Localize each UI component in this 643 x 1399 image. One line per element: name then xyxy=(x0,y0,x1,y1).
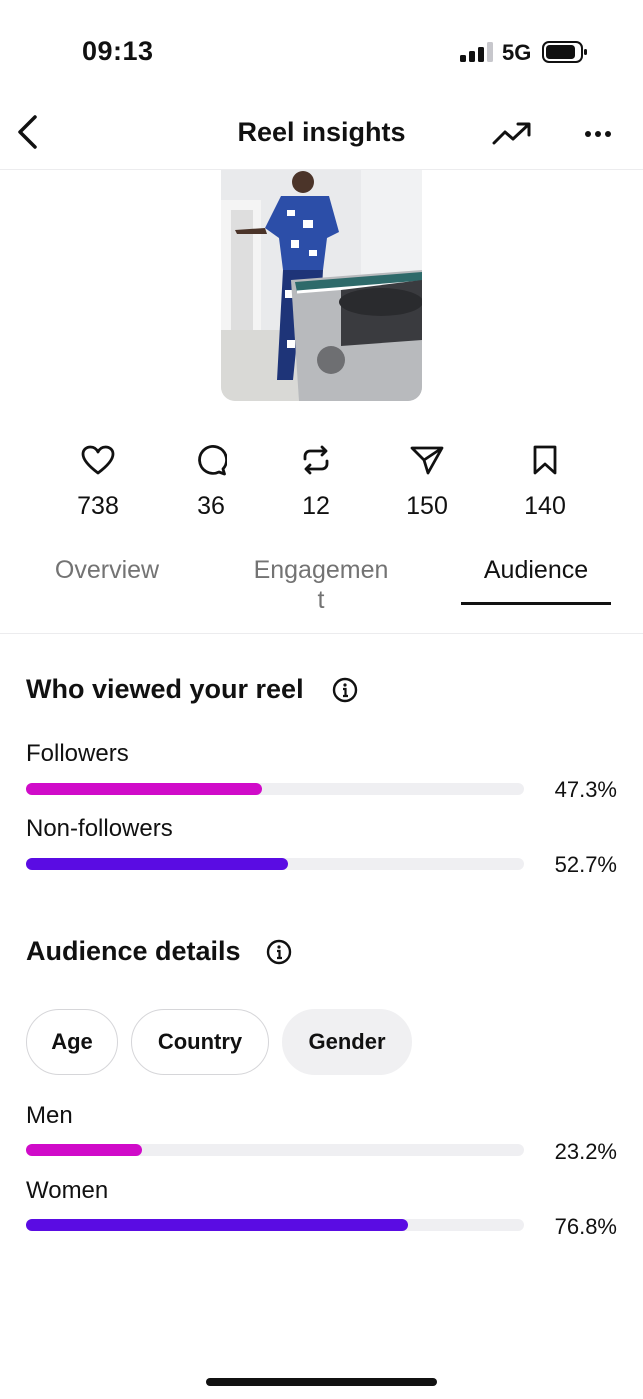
followers-bar xyxy=(26,783,524,795)
network-label: 5G xyxy=(502,40,532,65)
audience-section-title: Audience details xyxy=(26,936,241,966)
reel-thumbnail[interactable] xyxy=(221,170,422,401)
signal-icon xyxy=(460,42,494,62)
chip-country[interactable]: Country xyxy=(131,1009,269,1075)
more-horizontal-icon xyxy=(585,131,611,137)
reposts-metric: 12 xyxy=(266,442,366,521)
reposts-count: 12 xyxy=(302,492,330,520)
reel-insights-screen: 09:13 5G Reel insights 738 36 12 150 140… xyxy=(0,0,643,1399)
trending-up-icon xyxy=(492,122,531,145)
tab-engagement[interactable]: Engagemen t xyxy=(236,555,406,615)
saves-metric: 140 xyxy=(495,442,595,521)
info-icon[interactable] xyxy=(266,939,292,965)
comments-count: 36 xyxy=(197,492,225,520)
likes-count: 738 xyxy=(77,492,119,520)
tab-engagement-label-wrap: t xyxy=(317,586,325,614)
info-icon[interactable] xyxy=(332,677,358,703)
active-tab-indicator xyxy=(461,602,611,605)
repost-icon xyxy=(266,442,366,478)
status-time: 09:13 xyxy=(82,36,154,66)
shares-metric: 150 xyxy=(377,442,477,521)
men-bar-fill xyxy=(26,1144,142,1156)
tabs-divider xyxy=(0,633,643,634)
women-label: Women xyxy=(26,1177,109,1204)
non-followers-bar xyxy=(26,858,524,870)
comments-metric: 36 xyxy=(161,442,261,521)
chip-age[interactable]: Age xyxy=(26,1009,118,1075)
tab-engagement-label: Engagemen xyxy=(253,556,389,584)
home-indicator[interactable] xyxy=(206,1378,437,1386)
followers-label: Followers xyxy=(26,740,129,767)
non-followers-label: Non-followers xyxy=(26,815,173,842)
tab-audience[interactable]: Audience xyxy=(451,555,621,585)
chip-gender[interactable]: Gender xyxy=(282,1009,412,1075)
more-options-button[interactable] xyxy=(578,114,618,154)
women-percent: 76.8% xyxy=(554,1214,617,1239)
men-label: Men xyxy=(26,1102,73,1129)
women-bar xyxy=(26,1219,524,1231)
heart-icon xyxy=(48,442,148,478)
comment-icon xyxy=(161,442,261,478)
viewers-section-title: Who viewed your reel xyxy=(26,674,304,704)
likes-metric: 738 xyxy=(48,442,148,521)
tab-overview[interactable]: Overview xyxy=(22,555,192,585)
followers-percent: 47.3% xyxy=(554,777,617,802)
women-bar-fill xyxy=(26,1219,409,1231)
non-followers-bar-fill xyxy=(26,858,289,870)
shares-count: 150 xyxy=(406,492,448,520)
men-percent: 23.2% xyxy=(554,1139,617,1164)
bookmark-icon xyxy=(495,442,595,478)
followers-bar-fill xyxy=(26,783,262,795)
page-title: Reel insights xyxy=(237,117,406,147)
men-bar xyxy=(26,1144,524,1156)
non-followers-percent: 52.7% xyxy=(554,852,617,877)
saves-count: 140 xyxy=(524,492,566,520)
trends-button[interactable] xyxy=(488,114,536,154)
share-icon xyxy=(377,442,477,478)
battery-icon xyxy=(542,40,588,64)
